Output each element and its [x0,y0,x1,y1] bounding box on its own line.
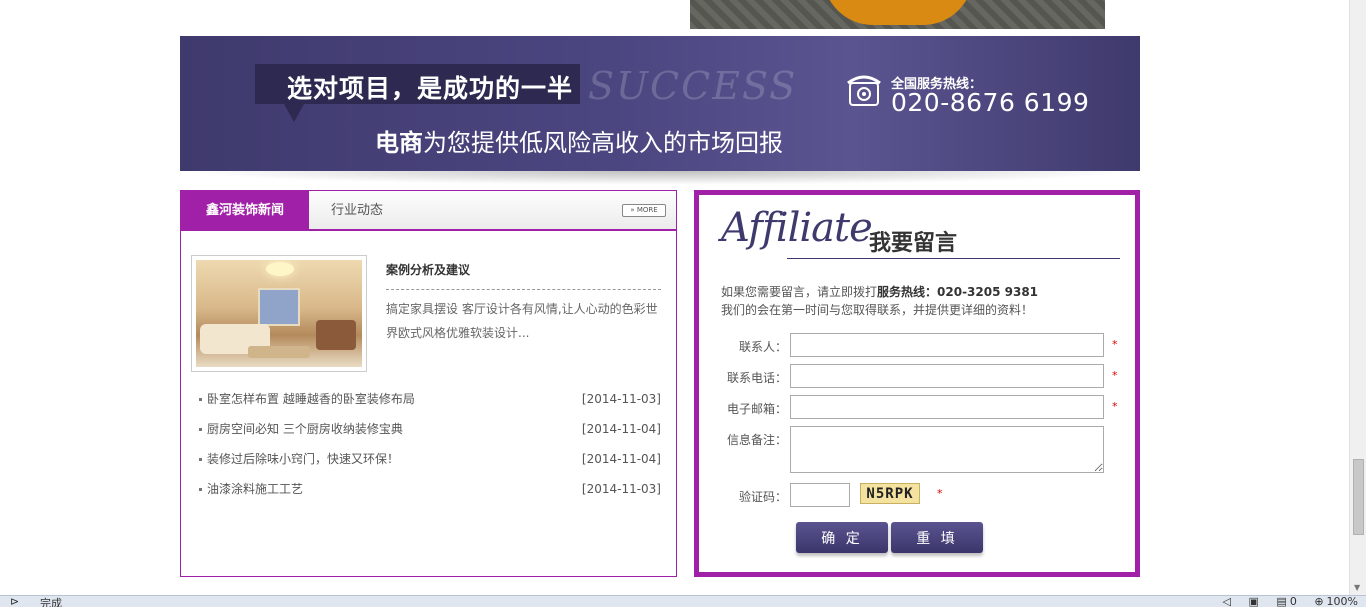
scrollbar-thumb[interactable] [1353,459,1364,535]
affiliate-logo: Affiliate [721,205,873,251]
list-item[interactable]: 卧室怎样布置 越睡越香的卧室装修布局 [2014-11-03] [199,384,661,414]
zoom-icon[interactable]: ⊕ [1314,595,1323,607]
phone-icon [847,75,881,106]
captcha-image[interactable]: N5RPK [860,483,920,504]
email-field[interactable] [790,395,1104,419]
bullet-icon [199,428,202,431]
featured-title[interactable]: 案例分析及建议 [386,261,470,278]
more-button[interactable]: » MORE [622,204,666,217]
bullet-icon [199,488,202,491]
status-bar: ⊳ 完成 ◁ ▣ ▤ 0 ⊕ 100% [0,595,1366,607]
required-mark: * [1112,338,1118,351]
email-label: 电子邮箱： [726,402,787,416]
popup-icon[interactable]: ▤ [1276,595,1286,607]
divider [386,289,661,290]
news-date: [2014-11-03] [581,482,661,496]
popup-count: 0 [1289,595,1297,607]
vertical-scrollbar[interactable]: ▼ [1349,0,1366,595]
required-mark: * [937,487,943,500]
hotline-number: 020-8676 6199 [891,88,1090,117]
list-item[interactable]: 厨房空间必知 三个厨房收纳装修宝典 [2014-11-04] [199,414,661,444]
zoom-level[interactable]: 100% [1327,595,1358,607]
news-date: [2014-11-04] [581,452,661,466]
required-mark: * [1112,369,1118,382]
news-date: [2014-11-03] [581,392,661,406]
tab-industry-news[interactable]: 行业动态 [331,191,383,231]
required-mark: * [1112,400,1118,413]
divider [787,258,1120,259]
news-date: [2014-11-04] [581,422,661,436]
submit-button[interactable]: 确 定 [796,522,888,553]
list-item[interactable]: 装修过后除味小窍门，快速又环保！ [2014-11-04] [199,444,661,474]
list-item[interactable]: 油漆涂料施工工艺 [2014-11-03] [199,474,661,504]
contact-label: 联系人： [738,340,787,354]
status-text: 完成 [40,597,62,607]
banner-watermark: SUCCESS [588,64,798,108]
top-photo [690,0,1105,29]
featured-desc: 搞定家具摆设 客厅设计各有风情,让人心动的色彩世界欧式风格优雅软装设计... [386,302,658,340]
captcha-label: 验证码： [738,490,787,504]
note-label: 信息备注： [726,433,787,447]
bullet-icon [199,398,202,401]
featured-image[interactable] [191,255,367,372]
phone-field[interactable] [790,364,1104,388]
form-intro: 如果您需要留言，请立即拨打服务热线：020-3205 9381 我们的会在第一时… [721,285,1039,317]
contact-field[interactable] [790,333,1104,357]
tab-company-news[interactable]: 鑫河装饰新闻 [181,191,309,231]
note-textarea[interactable] [790,426,1104,473]
banner-headline: 选对项目，是成功的一半 [287,74,574,103]
bullet-icon [199,458,202,461]
reset-button[interactable]: 重 填 [891,522,983,553]
message-form: Affiliate 我要留言 如果您需要留言，请立即拨打服务热线：020-320… [694,190,1140,577]
phone-label: 联系电话： [726,371,787,385]
promo-banner[interactable]: 选对项目，是成功的一半 SUCCESS 电商为您提供低风险高收入的市场回报 全国… [180,36,1140,171]
news-tabs: 鑫河装饰新闻 行业动态 » MORE [181,191,676,231]
banner-subline: 电商为您提供低风险高收入的市场回报 [375,129,783,157]
news-panel: 鑫河装饰新闻 行业动态 » MORE 案例分析及建议 搞定家具摆设 客厅设计各有… [180,190,677,577]
scroll-down-icon[interactable]: ▼ [1354,583,1360,592]
speaker-icon[interactable]: ◁ [1223,595,1231,607]
captcha-input[interactable] [790,483,850,507]
page: 选对项目，是成功的一半 SUCCESS 电商为您提供低风险高收入的市场回报 全国… [0,0,1366,607]
news-list: 卧室怎样布置 越睡越香的卧室装修布局 [2014-11-03] 厨房空间必知 三… [199,384,661,504]
form-title: 我要留言 [869,231,958,256]
printer-icon[interactable]: ▣ [1249,595,1259,607]
page-status-icon: ⊳ [10,595,20,607]
